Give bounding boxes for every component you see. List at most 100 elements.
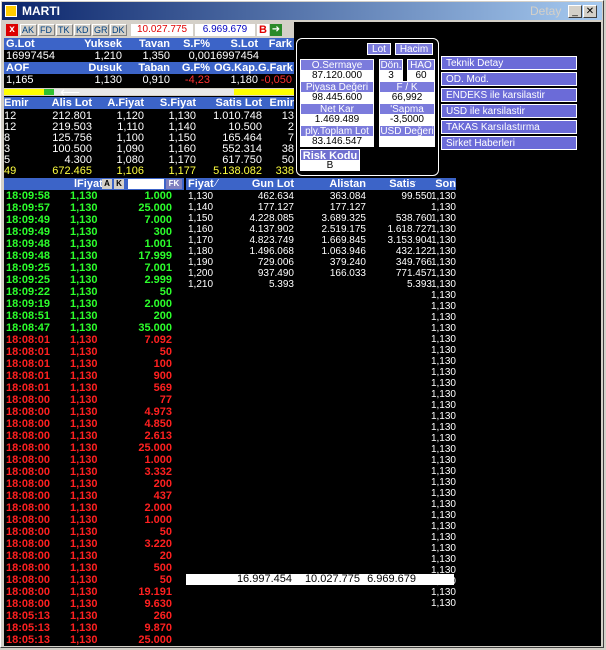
trade-lot: 4.850 <box>144 418 172 430</box>
menu-item[interactable]: ENDEKS ile karsilastir <box>441 88 577 102</box>
trade-time: 18:09:48 <box>6 238 51 250</box>
lot-button[interactable]: Lot <box>367 43 391 55</box>
son-value: 1,130 <box>430 554 456 565</box>
scrollbar-area[interactable] <box>586 38 600 646</box>
summary-header: Fark <box>268 38 292 50</box>
trade-price: 1,130 <box>70 502 98 514</box>
trade-time: 18:09:25 <box>6 262 51 274</box>
trade-time: 18:09:25 <box>6 274 51 286</box>
hacim-button[interactable]: Hacim <box>395 43 433 55</box>
trade-time: 18:08:47 <box>6 322 51 334</box>
price-distribution-cell: 937.490 <box>257 268 294 279</box>
summary-value: 1,210 <box>94 50 122 62</box>
order-book-header-cell[interactable]: Alis Lot <box>30 97 92 109</box>
field-value: 66,992 <box>379 93 435 103</box>
trade-time: 18:09:49 <box>6 226 51 238</box>
order-book-header-cell[interactable]: A.Fiyat <box>94 97 144 109</box>
toolbar-button-ak[interactable]: AK <box>20 24 37 36</box>
price-distribution-header-cell[interactable]: Alistan <box>300 178 366 190</box>
trade-lot: 50 <box>159 346 172 358</box>
summary-header: Taban <box>138 62 170 74</box>
trade-time: 18:05:13 <box>6 610 51 622</box>
trade-price: 1,130 <box>70 442 98 454</box>
sell-total-field: 6.969.679 <box>195 24 255 36</box>
son-value: 1,130 <box>430 235 456 246</box>
son-value: 1,130 <box>430 224 456 235</box>
order-book-cell: 1,177 <box>168 165 196 177</box>
price-distribution-cell: 462.634 <box>257 191 294 202</box>
price-distribution-cell: 1.496.068 <box>249 246 295 257</box>
trade-price: 1,130 <box>70 622 98 634</box>
order-book-cell: 1,106 <box>116 165 144 177</box>
menu-item[interactable]: TAKAS Karsılastırma <box>441 120 577 134</box>
trade-price: 1,130 <box>70 382 98 394</box>
trades-fk-button[interactable]: FK <box>166 179 182 189</box>
field-value: 1.469.489 <box>300 115 374 125</box>
trades-k-button[interactable]: K <box>114 179 124 189</box>
trade-price: 1,130 <box>70 286 98 298</box>
trade-lot: 100 <box>153 358 172 370</box>
son-value: 1,130 <box>430 400 456 411</box>
field-label: USD Değeri <box>379 125 435 137</box>
menu-item[interactable]: Teknik Detay <box>441 56 577 70</box>
trade-lot: 900 <box>153 370 172 382</box>
trades-a-button[interactable]: A <box>102 179 112 189</box>
trade-price: 1,130 <box>70 574 98 586</box>
son-header[interactable]: Son <box>416 178 456 190</box>
minimize-button[interactable]: _ <box>568 5 582 18</box>
menu-item[interactable]: OD. Mod. <box>441 72 577 86</box>
trade-lot: 569 <box>153 382 172 394</box>
order-book-header-cell[interactable]: Emir <box>4 97 28 109</box>
toolbar-button-gr[interactable]: GR <box>92 24 109 36</box>
son-value: 1,130 <box>430 598 456 609</box>
b-indicator: B <box>257 24 269 36</box>
order-book-header-cell[interactable]: Emir <box>266 97 294 109</box>
indicator-bar <box>4 88 294 96</box>
close-icon[interactable]: x <box>6 24 18 36</box>
order-book-header-cell[interactable]: S.Fiyat <box>146 97 196 109</box>
menu-item[interactable]: USD ile karsilastir <box>441 104 577 118</box>
trade-lot: 20 <box>159 550 172 562</box>
toolbar-button-tk[interactable]: TK <box>56 24 73 36</box>
price-distribution-header-cell[interactable]: Gun Lot <box>232 178 294 190</box>
trade-time: 18:08:00 <box>6 478 51 490</box>
son-value: 1,130 <box>430 334 456 345</box>
trade-price: 1,130 <box>70 190 98 202</box>
export-icon[interactable]: ➜ <box>270 24 282 36</box>
trade-time: 18:08:00 <box>6 454 51 466</box>
close-button[interactable]: ✕ <box>583 5 597 18</box>
price-distribution-header-cell[interactable]: Fiyat <box>188 178 228 190</box>
trade-price: 1,130 <box>70 526 98 538</box>
title-bar[interactable]: MARTI Detay _ ✕ <box>2 2 602 20</box>
content-area: x 10.027.775 6.969.679 B ➜ G.Lot Yuksek Ta… <box>4 22 601 646</box>
summary-value: 0,00 <box>188 50 210 62</box>
trades-price-header[interactable]: lFiyat <box>74 178 103 190</box>
son-value: 1,130 <box>430 257 456 268</box>
trades-filter-input[interactable] <box>128 179 164 189</box>
trades-list: 18:09:58 1,130 1.000 18:09:57 1,130 25.000 18:… <box>4 190 184 646</box>
trade-time: 18:08:00 <box>6 538 51 550</box>
trade-time: 18:08:01 <box>6 334 51 346</box>
trade-lot: 437 <box>153 490 172 502</box>
order-book-cell: 672.465 <box>52 165 92 177</box>
price-distribution-total: 10.027.775 <box>304 573 360 585</box>
toolbar-button-kd[interactable]: KD <box>74 24 91 36</box>
summary-value: 16997454 <box>210 50 259 62</box>
toolbar-button-dk[interactable]: DK <box>110 24 127 36</box>
order-book-header-cell[interactable]: Satis Lot <box>200 97 262 109</box>
trade-price: 1,130 <box>70 226 98 238</box>
trade-lot: 3.220 <box>144 538 172 550</box>
son-value: 1,130 <box>430 367 456 378</box>
trade-price: 1,130 <box>70 586 98 598</box>
price-distribution-cell: 1,200 <box>188 268 214 279</box>
field-value: -3,5000 <box>379 115 435 125</box>
summary-header: S.Lot <box>230 38 259 50</box>
toolbar-button-fd[interactable]: FD <box>38 24 55 36</box>
menu-item[interactable]: Sirket Haberleri <box>441 136 577 150</box>
son-value: 1,130 <box>430 202 456 213</box>
trade-price: 1,130 <box>70 214 98 226</box>
trade-time: 18:09:58 <box>6 190 51 202</box>
trade-lot: 50 <box>159 286 172 298</box>
trade-time: 18:08:00 <box>6 406 51 418</box>
trade-price: 1,130 <box>70 334 98 346</box>
